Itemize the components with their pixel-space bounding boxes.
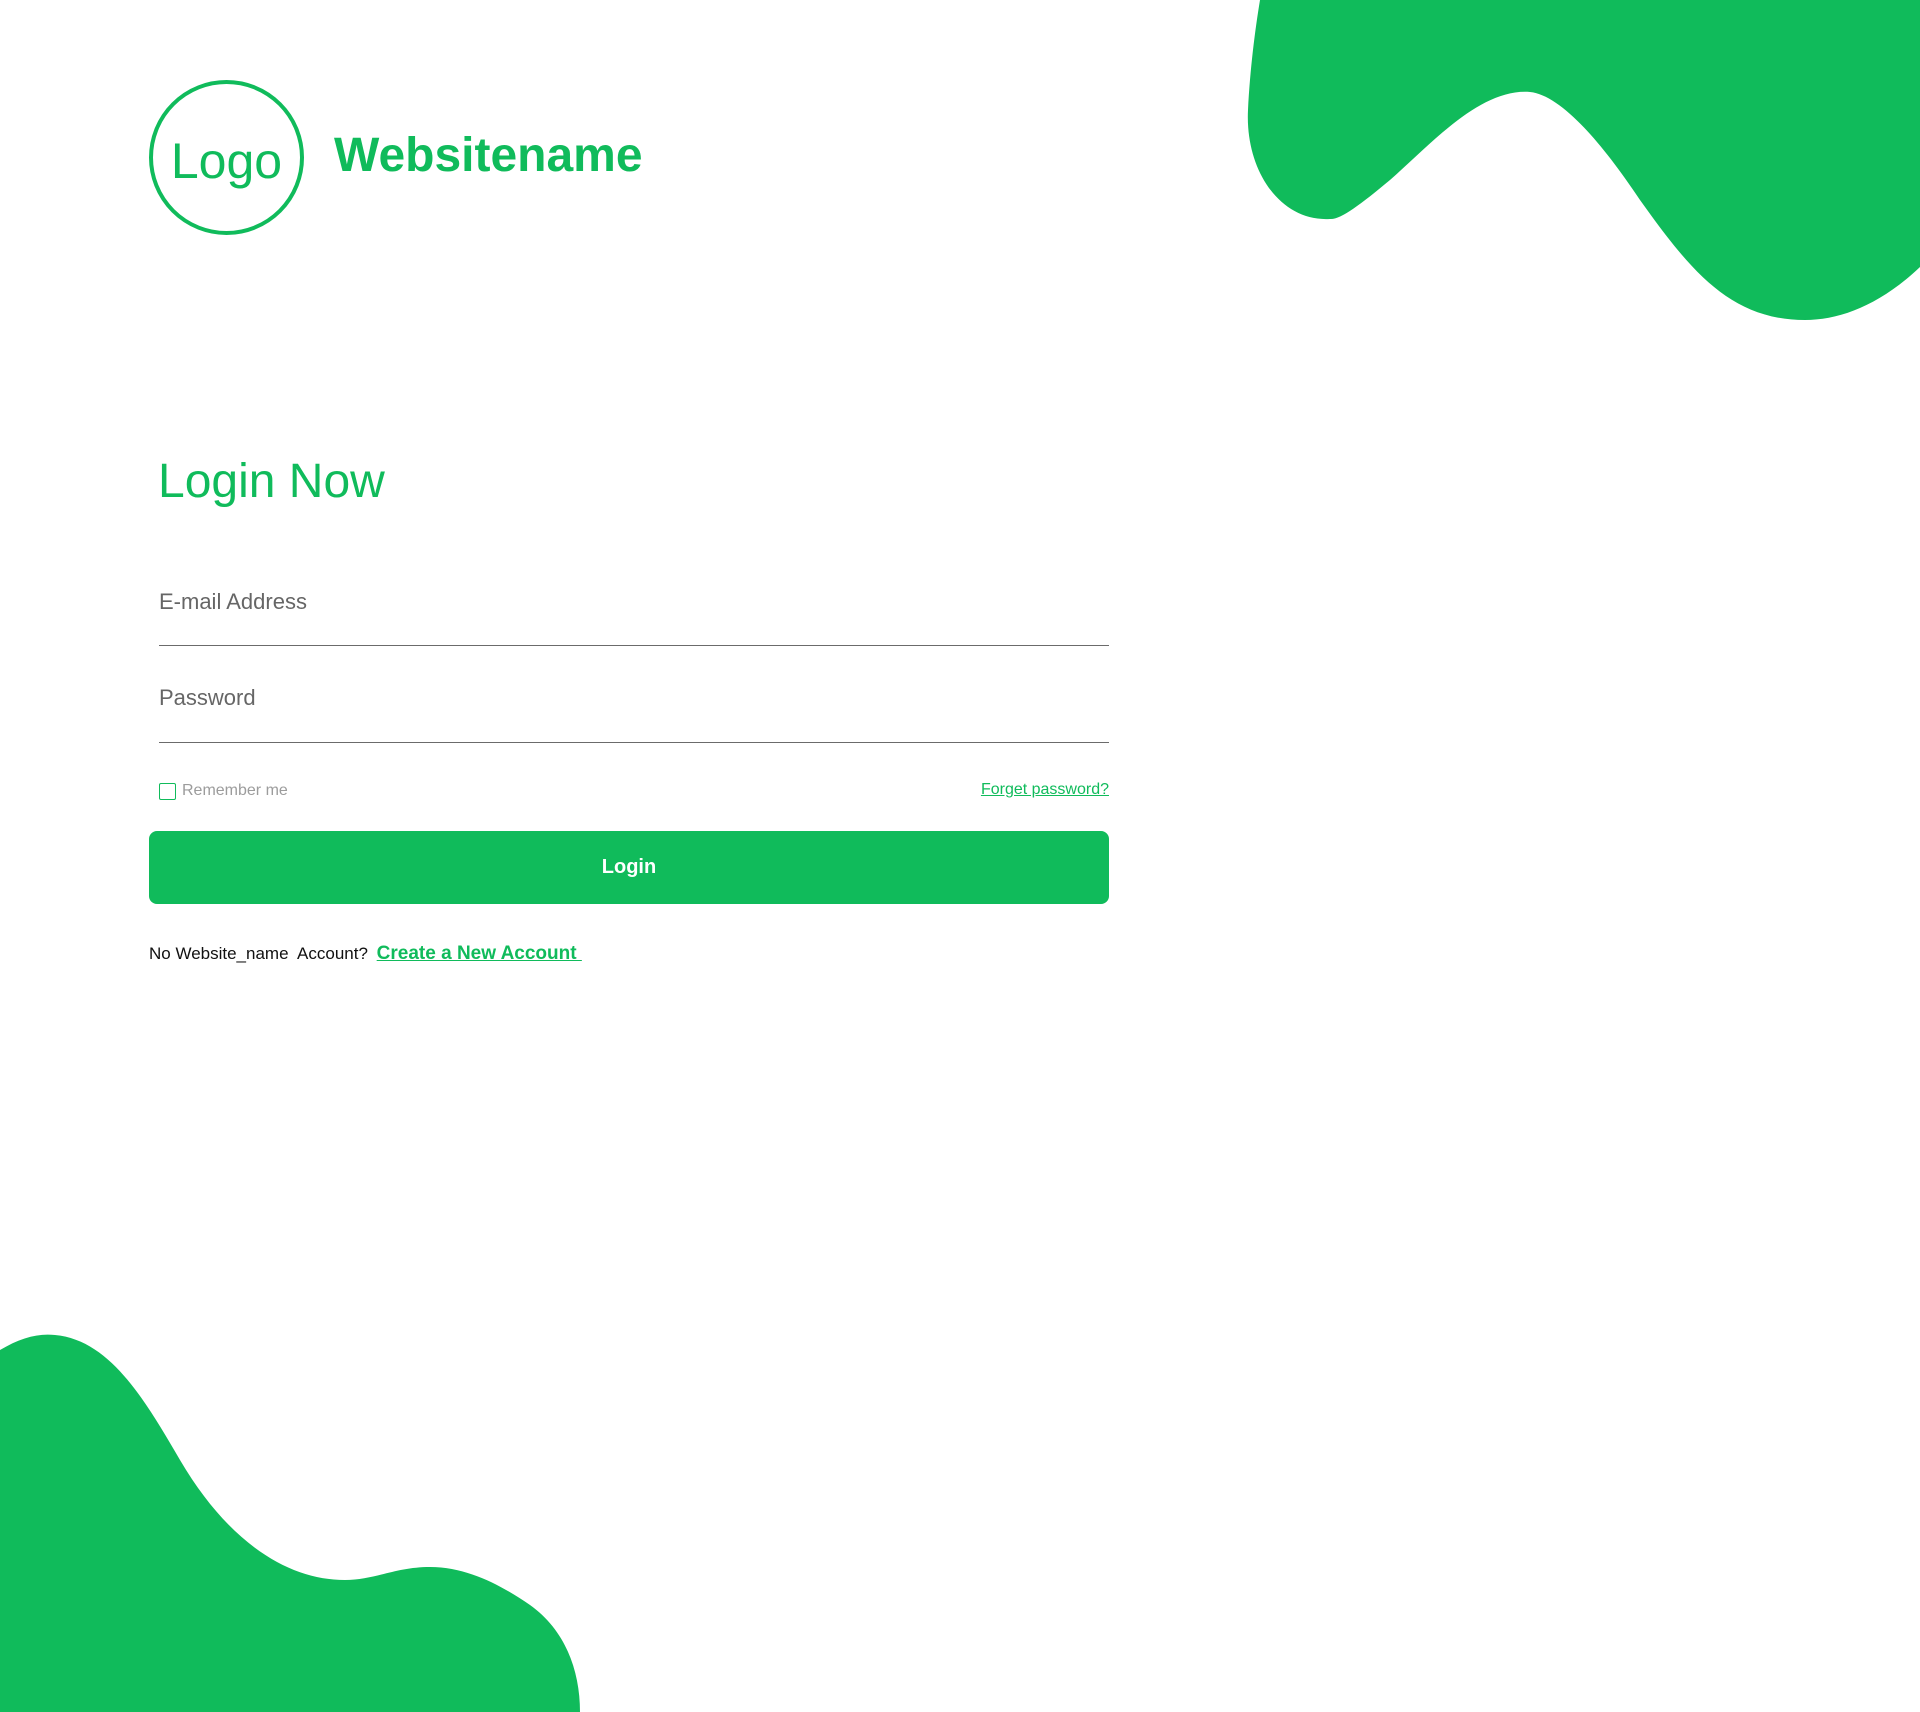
bottom-left-blob xyxy=(0,1334,580,1712)
top-right-blob xyxy=(1247,0,1920,320)
email-field[interactable] xyxy=(159,580,1109,624)
create-account-link[interactable]: Create a New Account xyxy=(377,943,582,964)
forgot-password-link[interactable]: Forget password? xyxy=(981,781,1109,799)
logo-text: Logo xyxy=(170,132,283,189)
logo: Logo xyxy=(149,80,304,235)
password-field[interactable] xyxy=(159,676,1109,720)
remember-me-label: Remember me xyxy=(182,782,288,799)
password-field-wrapper xyxy=(159,676,1109,743)
signup-row: No Website_name Account? Create a New Ac… xyxy=(149,943,582,965)
page-title: Login Now xyxy=(158,455,385,508)
remember-me[interactable]: Remember me xyxy=(159,782,288,800)
email-field-wrapper xyxy=(159,580,1109,646)
site-name: Websitename xyxy=(334,129,643,182)
no-account-text: No Website_name Account? xyxy=(149,944,368,963)
remember-me-checkbox[interactable] xyxy=(159,782,176,800)
login-button[interactable]: Login xyxy=(149,831,1109,904)
